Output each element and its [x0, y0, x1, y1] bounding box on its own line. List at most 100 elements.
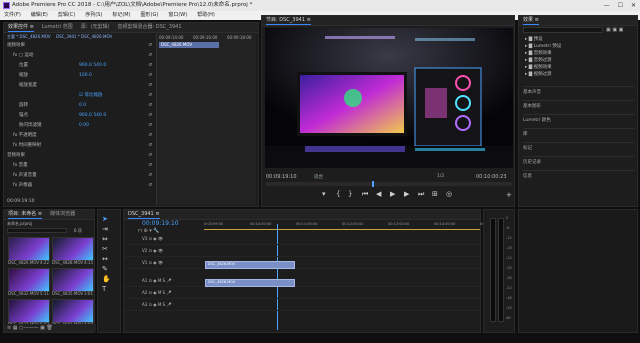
linked-selection-icon[interactable]: ⊕ [144, 228, 148, 234]
track-header[interactable]: A3 ⊡ ◉ M S 🎤 [142, 302, 171, 307]
effects-folder[interactable]: ▸ ▇ Lumetri 预设 [525, 43, 561, 49]
ripple-edit-tool-icon[interactable]: ⇔ [102, 234, 111, 244]
breadcrumb-master[interactable]: 主要 * DSC_4826.MOV [7, 34, 51, 40]
collapsed-panel-tab[interactable]: 标记 [523, 142, 635, 151]
effect-property-row[interactable]: fx 声道音量 ↺ [4, 172, 156, 179]
reset-icon[interactable]: ↺ [148, 42, 152, 49]
play-icon[interactable]: ▶ [390, 191, 395, 198]
program-fit-select[interactable]: 适合 [314, 174, 323, 180]
track-header[interactable]: V3 ⊡ ◉ 👁 [142, 236, 163, 241]
type-tool-icon[interactable]: T [102, 284, 111, 294]
effect-property-row[interactable]: 视频效果 ↺ [4, 42, 156, 49]
trash-icon[interactable]: 🗑 [46, 325, 52, 331]
reset-icon[interactable]: ↺ [148, 112, 152, 119]
snap-icon[interactable]: ⊓ [138, 228, 142, 234]
tab-effect-controls[interactable]: 效果控件 ≡ [8, 23, 34, 32]
timeline-timecode[interactable]: 00:09:19:10 [142, 220, 179, 227]
track-header[interactable]: A2 ⊡ ◉ M S 🎤 [142, 290, 171, 295]
track-v3[interactable]: V3 ⊡ ◉ 👁 [124, 236, 480, 245]
list-view-icon[interactable]: ≡ [7, 325, 11, 331]
slip-tool-icon[interactable]: ↔ [102, 254, 111, 264]
collapsed-panel-tab[interactable]: 基本声音 [523, 86, 635, 95]
effect-property-row[interactable]: fx □ 运动 ↺ [4, 52, 156, 59]
program-scrub-bar[interactable] [266, 181, 512, 187]
effects-folder[interactable]: ▸ ▇ 预设 [525, 36, 543, 42]
effects-folder[interactable]: ▸ ▇ 视频效果 [525, 64, 552, 70]
menu-graphics[interactable]: 图形(G) [141, 11, 159, 20]
go-to-out-icon[interactable]: ⏭ [418, 191, 424, 198]
reset-icon[interactable]: ↺ [148, 62, 152, 69]
reset-icon[interactable]: ↺ [148, 152, 152, 159]
clip-thumbnail[interactable] [52, 299, 94, 323]
menu-help[interactable]: 帮助(H) [197, 11, 215, 20]
collapsed-panel-tab[interactable]: Lumetri 颜色 [523, 114, 635, 123]
track-header[interactable]: A1 ⊡ ◉ M S 🎤 [142, 278, 171, 283]
effect-property-row[interactable]: 锚点 960.0 540.0 ↺ [4, 112, 156, 119]
timeline-ruler[interactable]: 0:00:59:00 00:10:00:00 00:11:00:00 00:12:00… [204, 222, 501, 232]
clip-thumbnail[interactable] [52, 237, 94, 261]
track-v1[interactable]: V1 ⊡ ◉ 👁 DSC_4826.MOV [124, 260, 480, 269]
tab-audio-clip-mixer[interactable]: 音频剪辑混合器: DSC_3941 [118, 23, 182, 32]
property-value[interactable]: 0.0 [79, 102, 86, 109]
property-value[interactable]: 960.0 540.0 [79, 62, 106, 69]
maximize-button[interactable]: ☐ [618, 0, 623, 11]
tab-project[interactable]: 项目: 未命名 ≡ [8, 210, 43, 219]
work-area-bar[interactable] [204, 229, 480, 230]
effect-property-row[interactable]: ☑ 等比缩放 ↺ [4, 92, 156, 99]
effect-property-row[interactable]: fx 时间重映射 ↺ [4, 142, 156, 149]
reset-icon[interactable]: ↺ [148, 72, 152, 79]
wrench-icon[interactable]: 🔧 [153, 228, 159, 234]
track-a3[interactable]: A3 ⊡ ◉ M S 🎤 [124, 302, 480, 311]
reset-icon[interactable]: ↺ [148, 82, 152, 89]
zoom-slider-icon[interactable]: ○——— [19, 325, 38, 331]
tab-effects[interactable]: 效果 ≡ [523, 16, 539, 25]
track-header[interactable]: V2 ⊡ ◉ 👁 [142, 248, 163, 253]
clip-thumbnail[interactable] [52, 268, 94, 292]
timeline-clip[interactable]: DSC_4826.MOV [205, 279, 295, 287]
mark-out-icon[interactable]: } [348, 191, 352, 198]
minimize-button[interactable]: — [604, 0, 610, 11]
effect-property-row[interactable]: 防闪烁滤镜 0.00 ↺ [4, 122, 156, 129]
track-v2[interactable]: V2 ⊡ ◉ 👁 [124, 248, 480, 257]
track-select-tool-icon[interactable]: ⇥ [102, 224, 111, 234]
reset-icon[interactable]: ↺ [148, 172, 152, 179]
tab-sequence[interactable]: DSC_3941 ≡ [128, 210, 160, 219]
tab-program[interactable]: 节目: DSC_3941 ≡ [266, 16, 311, 25]
add-marker-timeline-icon[interactable]: ▾ [149, 228, 152, 234]
reset-icon[interactable]: ↺ [148, 102, 152, 109]
menu-window[interactable]: 窗口(W) [168, 11, 187, 20]
menu-clip[interactable]: 剪辑(C) [58, 11, 75, 20]
track-a1[interactable]: A1 ⊡ ◉ M S 🎤 DSC_4826.MOV [124, 278, 480, 287]
tab-lumetri-scopes[interactable]: Lumetri 范围 [42, 23, 73, 32]
reset-icon[interactable]: ↺ [148, 122, 152, 129]
effect-property-row[interactable]: 旋转 0.0 ↺ [4, 102, 156, 109]
hand-tool-icon[interactable]: ✋ [102, 274, 111, 284]
project-search-input[interactable] [7, 228, 67, 233]
collapsed-panel-tab[interactable]: 信息 [523, 170, 635, 179]
effect-property-row[interactable]: 位置 960.0 540.0 ↺ [4, 62, 156, 69]
ec-clip-chip[interactable]: DSC_4826.MOV [159, 42, 219, 48]
tab-media-browser[interactable]: 媒体浏览器 [50, 210, 75, 219]
clip-thumbnail[interactable] [8, 268, 50, 292]
property-value[interactable]: 960.0 540.0 [79, 112, 106, 119]
new-item-icon[interactable]: ▣ [40, 325, 45, 331]
effects-folder[interactable]: ▸ ▇ 音频过渡 [525, 57, 552, 63]
clip-thumbnail[interactable] [8, 299, 50, 323]
timeline-clip[interactable]: DSC_4826.MOV [205, 261, 295, 269]
add-button-icon[interactable]: + [506, 192, 512, 199]
menu-sequence[interactable]: 序列(S) [85, 11, 102, 20]
property-value[interactable]: 0.00 [79, 122, 89, 129]
reset-icon[interactable]: ↺ [148, 132, 152, 139]
step-forward-icon[interactable]: ▶ [404, 191, 409, 198]
effects-folder[interactable]: ▸ ▇ 视频过渡 [525, 71, 552, 77]
razor-tool-icon[interactable]: ✂ [102, 244, 111, 254]
effect-property-row[interactable]: 缩放 100.0 ↺ [4, 72, 156, 79]
step-back-icon[interactable]: ◀ [376, 191, 381, 198]
menu-file[interactable]: 文件(F) [4, 11, 21, 20]
breadcrumb-sequence[interactable]: DSC_3941 * DSC_4826.MOV [56, 34, 112, 40]
collapsed-panel-tab[interactable]: 库 [523, 128, 635, 137]
reset-icon[interactable]: ↺ [148, 162, 152, 169]
effect-property-row[interactable]: 音频效果 ↺ [4, 152, 156, 159]
track-header[interactable]: V1 ⊡ ◉ 👁 [142, 260, 163, 265]
pen-tool-icon[interactable]: ✎ [102, 264, 111, 274]
